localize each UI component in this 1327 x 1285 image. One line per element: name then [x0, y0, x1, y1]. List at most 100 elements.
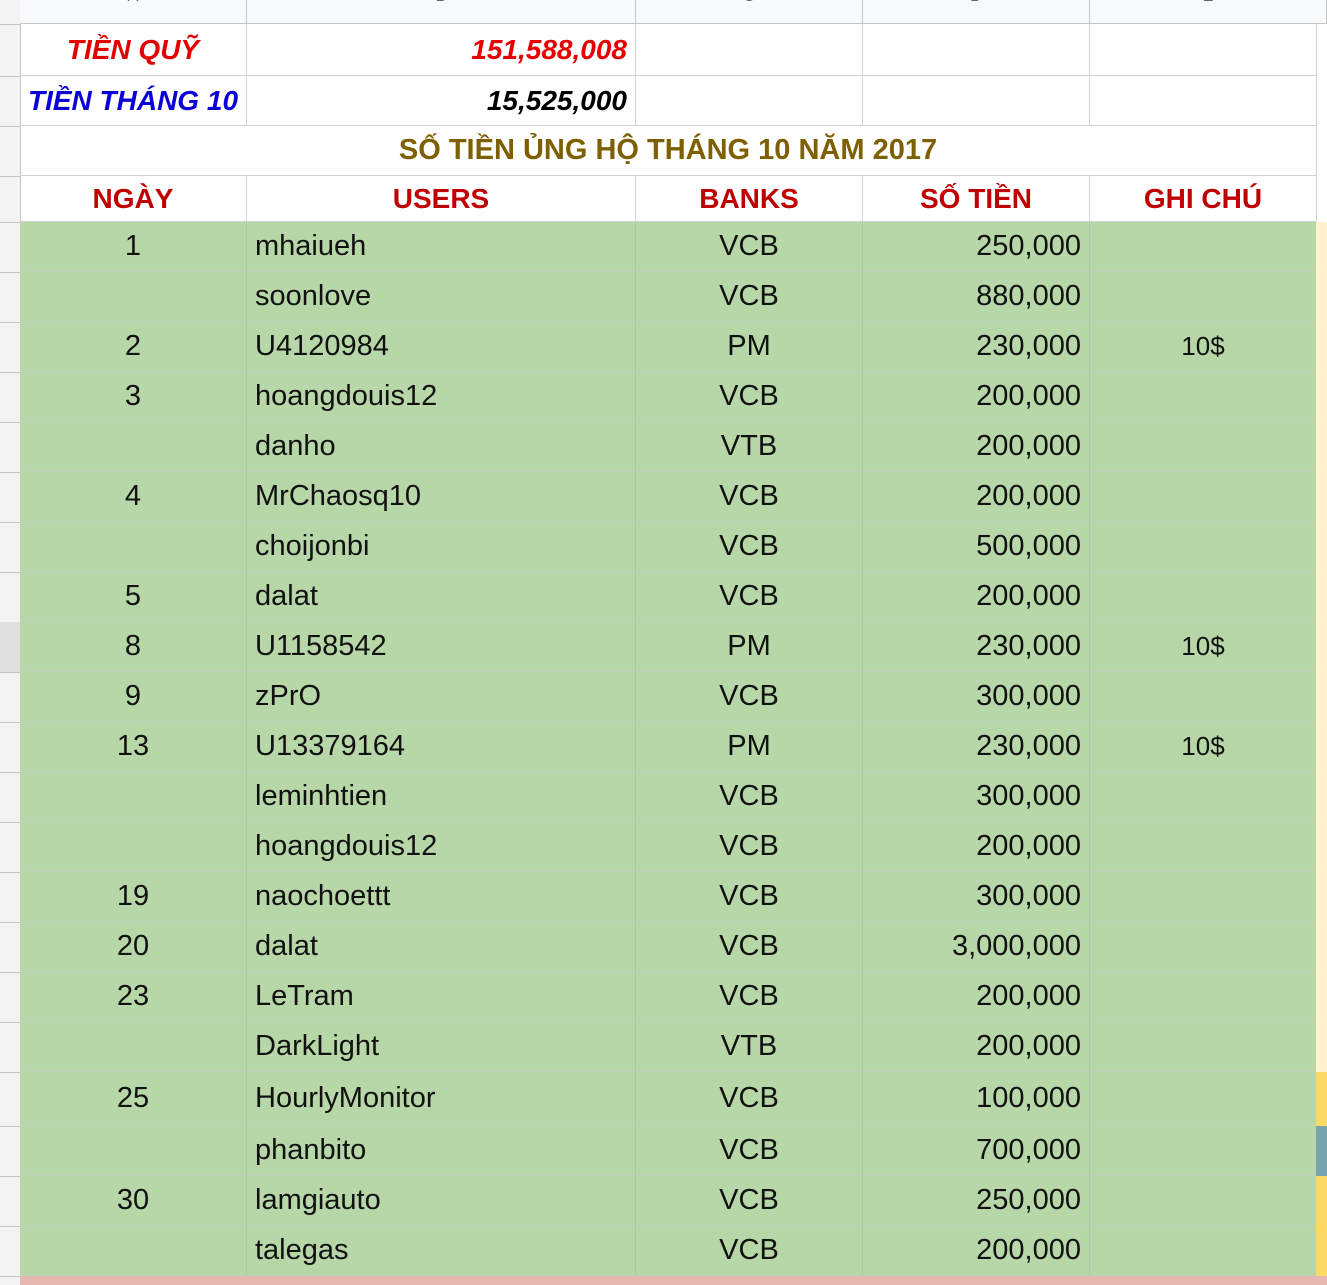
bank-cell[interactable]: VTB — [636, 422, 863, 472]
bank-cell[interactable]: VCB — [636, 472, 863, 522]
user-cell[interactable]: lamgiauto — [247, 1176, 636, 1226]
note-cell[interactable] — [1090, 522, 1317, 572]
column-header-e[interactable]: E — [1090, 0, 1327, 24]
empty-cell[interactable] — [1090, 76, 1317, 126]
amount-cell[interactable]: 200,000 — [863, 472, 1090, 522]
user-cell[interactable]: hoangdouis12 — [247, 822, 636, 872]
bank-cell[interactable]: VCB — [636, 822, 863, 872]
note-cell[interactable] — [1090, 922, 1317, 972]
header-banks[interactable]: BANKS — [636, 176, 863, 222]
amount-cell[interactable]: 200,000 — [863, 372, 1090, 422]
month-label-cell[interactable]: TIỀN THÁNG 10 — [20, 76, 247, 126]
user-cell[interactable]: LeTram — [247, 972, 636, 1022]
amount-cell[interactable]: 200,000 — [863, 572, 1090, 622]
amount-cell[interactable]: 200,000 — [863, 1022, 1090, 1072]
amount-cell[interactable]: 200,000 — [863, 1226, 1090, 1276]
amount-cell[interactable]: 230,000 — [863, 322, 1090, 372]
user-cell[interactable]: U13379164 — [247, 722, 636, 772]
day-cell[interactable] — [20, 772, 247, 822]
day-cell[interactable]: 19 — [20, 872, 247, 922]
user-cell[interactable]: choijonbi — [247, 522, 636, 572]
bank-cell[interactable]: VCB — [636, 1176, 863, 1226]
note-cell[interactable]: 10$ — [1090, 622, 1317, 672]
bank-cell[interactable]: PM — [636, 322, 863, 372]
amount-cell[interactable]: 250,000 — [863, 222, 1090, 272]
note-cell[interactable] — [1090, 1126, 1317, 1176]
day-cell[interactable] — [20, 272, 247, 322]
empty-cell[interactable] — [636, 76, 863, 126]
day-cell[interactable] — [20, 422, 247, 472]
bank-cell[interactable]: VCB — [636, 922, 863, 972]
day-cell[interactable]: 13 — [20, 722, 247, 772]
header-amount[interactable]: SỐ TIỀN — [863, 176, 1090, 222]
note-cell[interactable] — [1090, 472, 1317, 522]
day-cell[interactable]: 25 — [20, 1072, 247, 1126]
user-cell[interactable]: HourlyMonitor — [247, 1072, 636, 1126]
empty-cell[interactable] — [636, 24, 863, 76]
column-header-d[interactable]: D — [863, 0, 1090, 24]
day-cell[interactable] — [20, 1126, 247, 1176]
sheet-title-cell[interactable]: SỐ TIỀN ỦNG HỘ THÁNG 10 NĂM 2017 — [20, 126, 1317, 176]
note-cell[interactable] — [1090, 672, 1317, 722]
user-cell[interactable]: leminhtien — [247, 772, 636, 822]
fund-value-cell[interactable]: 151,588,008 — [247, 24, 636, 76]
day-cell[interactable]: 20 — [20, 922, 247, 972]
bank-cell[interactable]: VCB — [636, 672, 863, 722]
day-cell[interactable]: 23 — [20, 972, 247, 1022]
amount-cell[interactable]: 300,000 — [863, 772, 1090, 822]
day-cell[interactable]: 2 — [20, 322, 247, 372]
day-cell[interactable]: 5 — [20, 572, 247, 622]
fund-label-cell[interactable]: TIỀN QUỸ — [20, 24, 247, 76]
amount-cell[interactable]: 300,000 — [863, 672, 1090, 722]
bank-cell[interactable]: VCB — [636, 972, 863, 1022]
note-cell[interactable] — [1090, 1226, 1317, 1276]
bank-cell[interactable]: VCB — [636, 1126, 863, 1176]
day-cell[interactable] — [20, 822, 247, 872]
column-header-a[interactable]: A — [20, 0, 247, 24]
user-cell[interactable]: danho — [247, 422, 636, 472]
user-cell[interactable]: DarkLight — [247, 1022, 636, 1072]
amount-cell[interactable]: 880,000 — [863, 272, 1090, 322]
note-cell[interactable] — [1090, 972, 1317, 1022]
note-cell[interactable] — [1090, 1176, 1317, 1226]
amount-cell[interactable]: 300,000 — [863, 872, 1090, 922]
column-header-c[interactable]: C — [636, 0, 863, 24]
user-cell[interactable]: dalat — [247, 572, 636, 622]
bank-cell[interactable]: PM — [636, 722, 863, 772]
user-cell[interactable]: U4120984 — [247, 322, 636, 372]
note-cell[interactable] — [1090, 422, 1317, 472]
note-cell[interactable] — [1090, 1072, 1317, 1126]
bank-cell[interactable]: VCB — [636, 872, 863, 922]
day-cell[interactable]: 9 — [20, 672, 247, 722]
empty-cell[interactable] — [863, 24, 1090, 76]
user-cell[interactable]: hoangdouis12 — [247, 372, 636, 422]
empty-cell[interactable] — [1090, 24, 1317, 76]
note-cell[interactable] — [1090, 372, 1317, 422]
amount-cell[interactable]: 200,000 — [863, 422, 1090, 472]
month-value-cell[interactable]: 15,525,000 — [247, 76, 636, 126]
note-cell[interactable] — [1090, 872, 1317, 922]
user-cell[interactable]: phanbito — [247, 1126, 636, 1176]
header-day[interactable]: NGÀY — [20, 176, 247, 222]
bank-cell[interactable]: VCB — [636, 272, 863, 322]
user-cell[interactable]: U1158542 — [247, 622, 636, 672]
amount-cell[interactable]: 100,000 — [863, 1072, 1090, 1126]
bank-cell[interactable]: VCB — [636, 772, 863, 822]
day-cell[interactable] — [20, 522, 247, 572]
empty-cell[interactable] — [863, 76, 1090, 126]
user-cell[interactable]: talegas — [247, 1226, 636, 1276]
header-note[interactable]: GHI CHÚ — [1090, 176, 1317, 222]
note-cell[interactable]: 10$ — [1090, 722, 1317, 772]
note-cell[interactable] — [1090, 822, 1317, 872]
amount-cell[interactable]: 230,000 — [863, 722, 1090, 772]
note-cell[interactable] — [1090, 272, 1317, 322]
amount-cell[interactable]: 3,000,000 — [863, 922, 1090, 972]
day-cell[interactable]: 3 — [20, 372, 247, 422]
day-cell[interactable]: 8 — [20, 622, 247, 672]
amount-cell[interactable]: 500,000 — [863, 522, 1090, 572]
day-cell[interactable] — [20, 1226, 247, 1276]
day-cell[interactable] — [20, 1022, 247, 1072]
day-cell[interactable]: 4 — [20, 472, 247, 522]
header-users[interactable]: USERS — [247, 176, 636, 222]
bank-cell[interactable]: VCB — [636, 572, 863, 622]
